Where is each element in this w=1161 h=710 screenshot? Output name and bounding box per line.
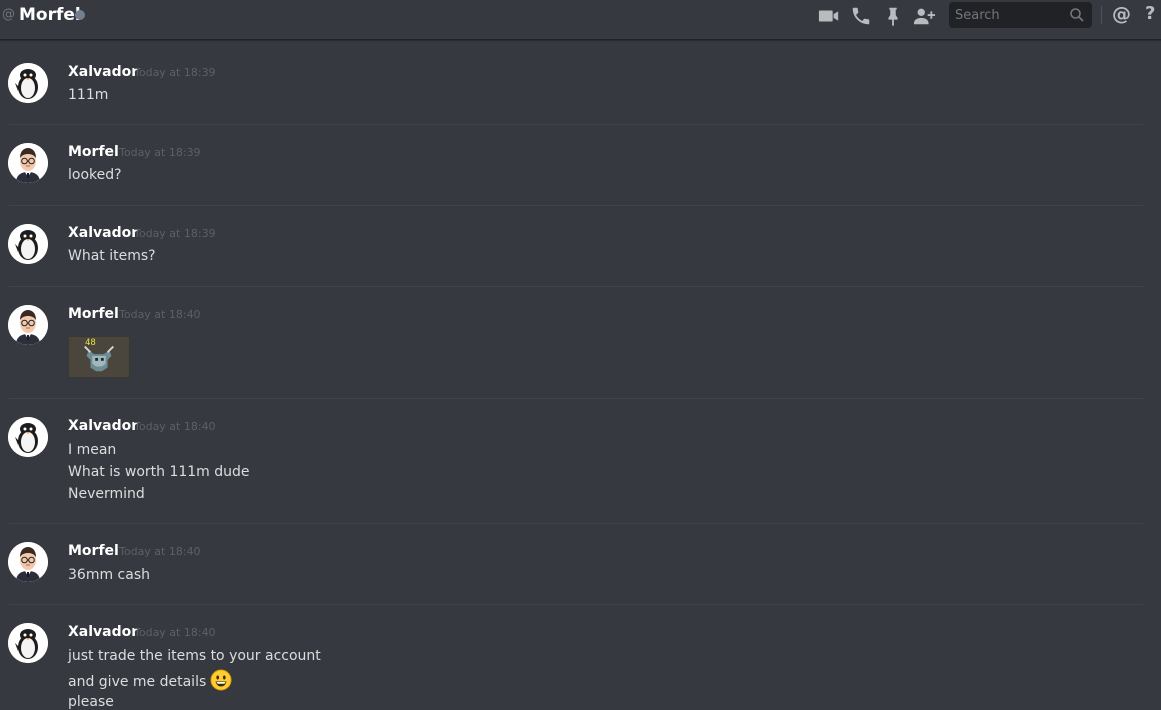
help-icon[interactable]: ? [1145, 3, 1155, 24]
message-text: I mean [68, 442, 117, 458]
message-text: What is worth 111m dude [68, 464, 250, 480]
message-author[interactable]: Morfel [68, 542, 119, 560]
message-text: What items? [68, 248, 156, 264]
message-author[interactable]: Morfel [68, 305, 119, 323]
message-text-with-emoji: and give me details [68, 669, 232, 691]
message-text: 111m [68, 87, 109, 103]
message-text: just trade the items to your account [68, 648, 321, 664]
smiley-emoji-icon[interactable] [210, 669, 232, 691]
status-indicator [75, 10, 85, 20]
message-timestamp: Today at 18:40 [134, 420, 216, 433]
pin-icon[interactable] [882, 5, 904, 27]
message-separator [9, 523, 1143, 524]
message-separator [9, 398, 1143, 399]
message-text: 36mm cash [68, 567, 150, 583]
message-separator [9, 286, 1143, 287]
search-box[interactable] [949, 2, 1092, 28]
message-author[interactable]: Xalvador [68, 417, 138, 435]
message-text: looked? [68, 167, 122, 183]
channel-name[interactable]: Morfel [19, 4, 81, 26]
message-text: please [68, 694, 114, 710]
search-icon[interactable] [1069, 7, 1085, 23]
message-timestamp: Today at 18:40 [119, 308, 201, 321]
message-author[interactable]: Xalvador [68, 224, 138, 242]
channel-header: @ Morfel @ ? [0, 0, 1161, 40]
add-friend-icon[interactable] [913, 5, 935, 27]
message-list[interactable]: Xalvador Today at 18:39 111m Morfel Toda… [0, 41, 1161, 710]
at-symbol-icon: @ [2, 7, 15, 22]
mention-icon[interactable]: @ [1112, 3, 1131, 25]
message-timestamp: Today at 18:39 [134, 227, 216, 240]
man-with-glasses-avatar[interactable] [8, 305, 48, 345]
message-text: and give me details [68, 674, 207, 690]
penguin-avatar[interactable] [8, 224, 48, 264]
message-timestamp: Today at 18:40 [134, 626, 216, 639]
message-author[interactable]: Xalvador [68, 623, 138, 641]
man-with-glasses-avatar[interactable] [8, 143, 48, 183]
penguin-avatar[interactable] [8, 63, 48, 103]
video-call-icon[interactable] [818, 5, 840, 27]
penguin-avatar[interactable] [8, 417, 48, 457]
message-timestamp: Today at 18:40 [119, 545, 201, 558]
voice-call-icon[interactable] [850, 5, 872, 27]
search-input[interactable] [949, 2, 1067, 28]
man-with-glasses-avatar[interactable] [8, 542, 48, 582]
message-timestamp: Today at 18:39 [134, 66, 216, 79]
message-separator [9, 205, 1143, 206]
message-separator [9, 604, 1143, 605]
penguin-avatar[interactable] [8, 623, 48, 663]
message-author[interactable]: Xalvador [68, 63, 138, 81]
image-attachment[interactable]: 48 [68, 336, 130, 378]
message-author[interactable]: Morfel [68, 143, 119, 161]
attachment-label: 48 [85, 338, 96, 348]
header-divider [1101, 6, 1102, 24]
message-separator [9, 124, 1143, 125]
message-timestamp: Today at 18:39 [119, 146, 201, 159]
message-text: Nevermind [68, 486, 145, 502]
